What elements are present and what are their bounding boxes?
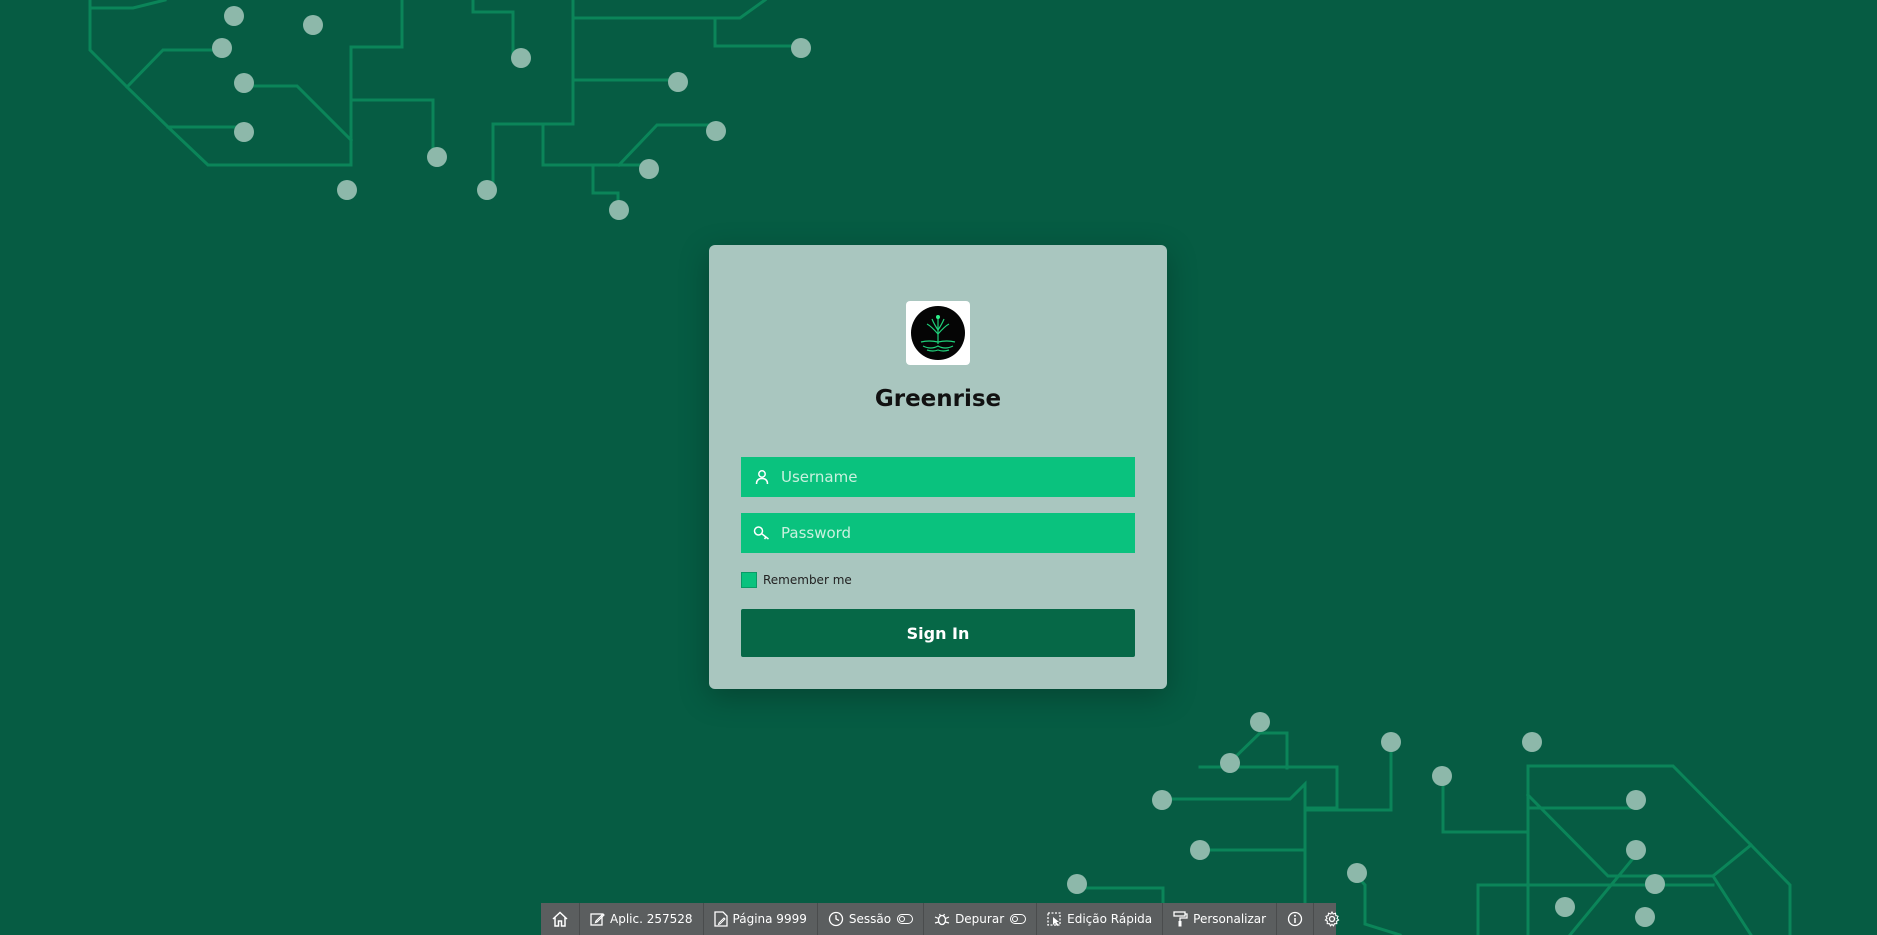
session-button[interactable]: Sessão <box>818 903 925 935</box>
app-title: Greenrise <box>874 386 1002 412</box>
home-button[interactable] <box>541 903 580 935</box>
remember-label: Remember me <box>763 573 852 587</box>
username-input[interactable] <box>781 457 1135 497</box>
edit-icon <box>590 912 605 926</box>
remember-checkbox[interactable] <box>741 572 757 588</box>
page-edit-icon <box>713 911 728 927</box>
password-field[interactable] <box>741 513 1135 553</box>
username-field[interactable] <box>741 457 1135 497</box>
session-toggle-icon[interactable] <box>897 914 914 924</box>
bug-icon <box>934 913 950 926</box>
debug-toggle-icon[interactable] <box>1010 914 1027 924</box>
app-button[interactable]: Aplic. 257528 <box>580 903 704 935</box>
key-icon <box>743 513 781 553</box>
info-button[interactable] <box>1277 903 1315 935</box>
info-icon <box>1287 911 1303 927</box>
gear-icon <box>1324 911 1340 927</box>
home-icon <box>552 911 568 927</box>
page-button[interactable]: Página 9999 <box>704 903 818 935</box>
customize-button[interactable]: Personalizar <box>1163 903 1278 935</box>
login-card: Greenrise Remember me Sign In <box>709 245 1167 689</box>
user-icon <box>743 457 781 497</box>
settings-button[interactable] <box>1314 903 1350 935</box>
sign-in-button[interactable]: Sign In <box>741 609 1135 657</box>
quick-edit-button[interactable]: Edição Rápida <box>1037 903 1164 935</box>
password-input[interactable] <box>781 513 1135 553</box>
clock-icon <box>828 911 844 927</box>
quick-edit-icon <box>1047 911 1061 926</box>
remember-me[interactable]: Remember me <box>741 572 852 588</box>
developer-toolbar: Aplic. 257528 Página 9999 Sessão Depurar… <box>541 903 1340 935</box>
debug-button[interactable]: Depurar <box>924 903 1038 935</box>
paint-roller-icon <box>1173 911 1188 927</box>
seedling-logo-icon <box>906 301 970 365</box>
